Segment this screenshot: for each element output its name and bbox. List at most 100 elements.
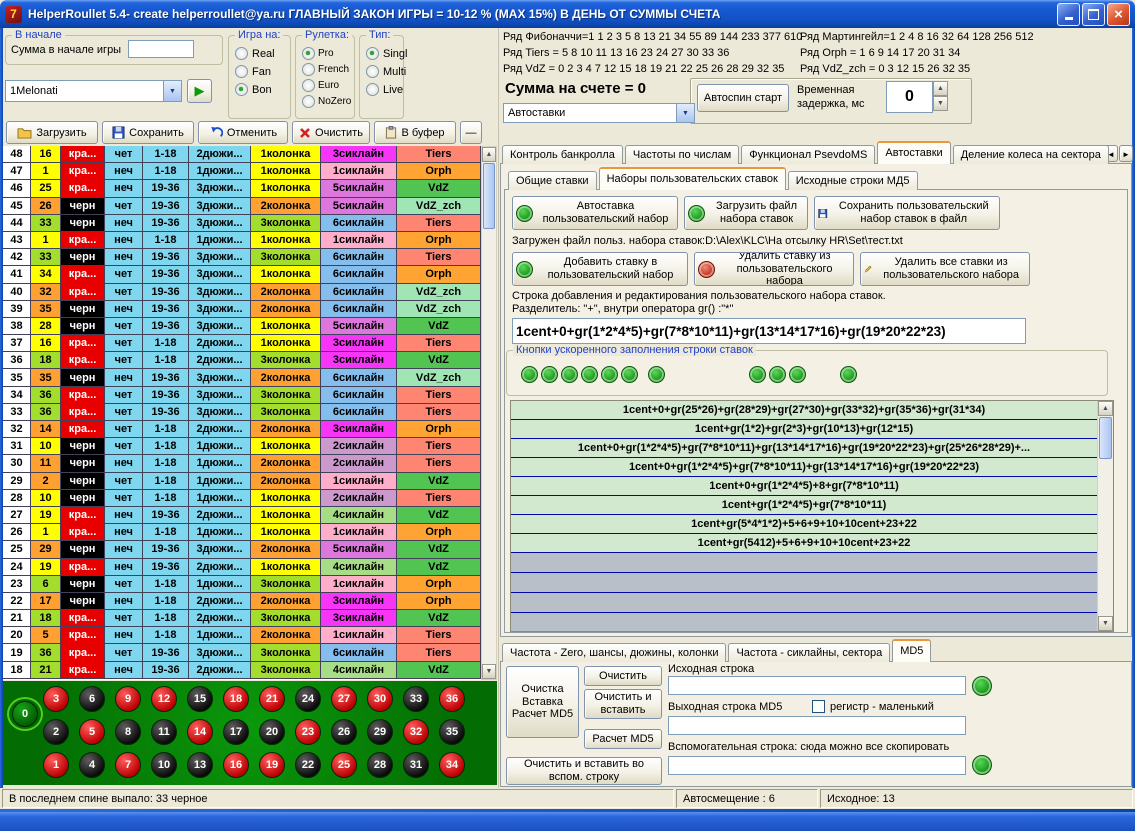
board-number-26[interactable]: 26 — [331, 719, 357, 745]
history-row[interactable]: 2719кра...неч19-362дюжи...1колонка4сикла… — [3, 507, 481, 524]
board-number-33[interactable]: 33 — [403, 686, 429, 712]
board-number-31[interactable]: 31 — [403, 752, 429, 778]
spinner-down-icon[interactable] — [933, 96, 948, 111]
quick-fill-chip[interactable] — [648, 366, 665, 383]
clear-button[interactable]: Очистить — [292, 121, 370, 144]
history-row[interactable]: 261кра...неч1-181дюжи...1колонка1сиклайн… — [3, 524, 481, 541]
scroll-down-icon[interactable] — [482, 664, 496, 679]
board-number-23[interactable]: 23 — [295, 719, 321, 745]
maximize-button[interactable] — [1082, 3, 1105, 26]
radio-option-euro[interactable]: Euro — [302, 79, 351, 92]
history-row[interactable]: 3214кра...чет1-182дюжи...2колонка3сиклай… — [3, 421, 481, 438]
bet-row-1[interactable]: 1cent+0+gr(25*26)+gr(28*29)+gr(27*30)+gr… — [511, 401, 1097, 420]
start-sum-input[interactable] — [128, 40, 194, 58]
radio-option-nozero[interactable]: NoZero — [302, 95, 351, 108]
sub-tab-2[interactable]: Наборы пользовательских ставок — [599, 167, 786, 190]
bottom-tab-3[interactable]: MD5 — [892, 639, 931, 662]
undo-button[interactable]: Отменить — [198, 121, 288, 144]
board-number-22[interactable]: 22 — [295, 752, 321, 778]
delay-value[interactable]: 0 — [886, 81, 933, 113]
history-row[interactable]: 1936кра...чет19-363дюжи...3колонка6сикла… — [3, 644, 481, 661]
board-number-8[interactable]: 8 — [115, 719, 141, 745]
board-number-35[interactable]: 35 — [439, 719, 465, 745]
board-number-29[interactable]: 29 — [367, 719, 393, 745]
main-tab-1[interactable]: Контроль банкролла — [502, 145, 623, 164]
history-row[interactable]: 4134кра...чет19-363дюжи...1колонка6сикла… — [3, 266, 481, 283]
bet-row-6[interactable]: 1cent+gr(1*2*4*5)+gr(7*8*10*11) — [511, 496, 1097, 515]
radio-option-multi[interactable]: Multi — [366, 65, 407, 78]
close-button[interactable] — [1107, 3, 1130, 26]
md5-clear-button[interactable]: Очистить — [584, 666, 662, 686]
tab-scroll-right-button[interactable] — [1119, 145, 1133, 162]
quick-fill-chip[interactable] — [749, 366, 766, 383]
md5-source-input[interactable] — [668, 676, 966, 695]
load-set-file-button[interactable]: Загрузить файл набора ставок — [684, 196, 808, 230]
chevron-down-icon[interactable] — [163, 81, 181, 101]
mode-combobox[interactable]: Автоставки — [503, 103, 695, 123]
scroll-up-icon[interactable] — [482, 147, 496, 162]
quick-fill-chip[interactable] — [541, 366, 558, 383]
autostake-user-set-button[interactable]: Автоставка пользовательский набор — [512, 196, 678, 230]
delete-stake-button[interactable]: Удалить ставку из пользовательского набо… — [694, 252, 854, 286]
board-number-18[interactable]: 18 — [223, 686, 249, 712]
add-stake-button[interactable]: Добавить ставку в пользовательский набор — [512, 252, 688, 286]
history-row[interactable]: 2419кра...неч19-362дюжи...1колонка4сикла… — [3, 559, 481, 576]
board-number-1[interactable]: 1 — [43, 752, 69, 778]
radio-option-pro[interactable]: Pro — [302, 47, 351, 60]
minus-button[interactable]: — — [460, 121, 482, 144]
board-number-13[interactable]: 13 — [187, 752, 213, 778]
bet-row-7[interactable]: 1cent+gr(5*4*1*2)+5+6+9+10+10cent+23+22 — [511, 515, 1097, 534]
main-tab-3[interactable]: Функционал PsevdoMS — [741, 145, 875, 164]
board-number-16[interactable]: 16 — [223, 752, 249, 778]
history-row[interactable]: 4233черннеч19-363дюжи...3колонка6сиклайн… — [3, 249, 481, 266]
board-number-30[interactable]: 30 — [367, 686, 393, 712]
quick-fill-chip[interactable] — [789, 366, 806, 383]
quick-fill-chip[interactable] — [769, 366, 786, 383]
case-checkbox[interactable] — [812, 700, 825, 713]
bet-row-5[interactable]: 1cent+0+gr(1*2*4*5)+8+gr(7*8*10*11) — [511, 477, 1097, 496]
history-row[interactable]: 3935черннеч19-363дюжи...2колонка6сиклайн… — [3, 301, 481, 318]
bet-row-3[interactable]: 1cent+0+gr(1*2*4*5)+gr(7*8*10*11)+gr(13*… — [511, 439, 1097, 458]
board-number-0[interactable]: 0 — [12, 701, 38, 727]
history-row[interactable]: 3618кра...чет1-182дюжи...3колонка3сиклай… — [3, 352, 481, 369]
scroll-thumb[interactable] — [483, 163, 495, 229]
board-number-20[interactable]: 20 — [259, 719, 285, 745]
board-number-15[interactable]: 15 — [187, 686, 213, 712]
history-row[interactable]: 2118кра...чет1-182дюжи...3колонка3сиклай… — [3, 610, 481, 627]
chevron-down-icon[interactable] — [676, 104, 694, 122]
bottom-tab-1[interactable]: Частота - Zero, шансы, дюжины, колонки — [502, 643, 726, 662]
history-row[interactable]: 3336кра...чет19-363дюжи...3колонка6сикла… — [3, 404, 481, 421]
board-number-34[interactable]: 34 — [439, 752, 465, 778]
history-row[interactable]: 1821кра...неч19-362дюжи...3колонка4сикла… — [3, 662, 481, 679]
history-row[interactable]: 3110чернчет1-181дюжи...1колонка2сиклайнT… — [3, 438, 481, 455]
main-tab-4[interactable]: Автоставки — [877, 141, 950, 164]
sub-tab-3[interactable]: Исходные строки МД5 — [788, 171, 918, 190]
main-tab-5[interactable]: Деление колеса на сектора — [953, 145, 1109, 164]
delete-all-stakes-button[interactable]: Удалить все ставки из пользовательского … — [860, 252, 1030, 286]
board-number-21[interactable]: 21 — [259, 686, 285, 712]
board-number-7[interactable]: 7 — [115, 752, 141, 778]
play-button[interactable] — [187, 79, 212, 103]
history-row[interactable]: 3535черннеч19-363дюжи...2колонка6сиклайн… — [3, 369, 481, 386]
save-set-file-button[interactable]: Сохранить пользовательский набор ставок … — [814, 196, 1000, 230]
quick-fill-chip[interactable] — [621, 366, 638, 383]
history-row[interactable]: 3828чернчет19-363дюжи...1колонка5сиклайн… — [3, 318, 481, 335]
board-number-19[interactable]: 19 — [259, 752, 285, 778]
bet-row-2[interactable]: 1cent+gr(1*2)+gr(2*3)+gr(10*13)+gr(12*15… — [511, 420, 1097, 439]
main-tab-2[interactable]: Частоты по числам — [625, 145, 739, 164]
scroll-track[interactable] — [482, 230, 496, 664]
history-row[interactable]: 4032кра...чет19-363дюжи...2колонка6сикла… — [3, 284, 481, 301]
history-row[interactable]: 2810чернчет1-181дюжи...1колонка2сиклайнT… — [3, 490, 481, 507]
save-button[interactable]: Сохранить — [102, 121, 194, 144]
history-row[interactable]: 4625кра...неч19-363дюжи...1колонка5сикла… — [3, 180, 481, 197]
history-row[interactable]: 205кра...неч1-181дюжи...2колонка1сиклайн… — [3, 627, 481, 644]
strategy-combobox[interactable]: 1Melonati — [5, 80, 182, 102]
history-scrollbar[interactable] — [481, 146, 497, 680]
history-row[interactable]: 292чернчет1-181дюжи...2колонка1сиклайнVd… — [3, 473, 481, 490]
board-number-27[interactable]: 27 — [331, 686, 357, 712]
minimize-button[interactable] — [1057, 3, 1080, 26]
bottom-tab-2[interactable]: Частота - сиклайны, сектора — [728, 643, 890, 662]
history-row[interactable]: 4816кра...чет1-182дюжи...1колонка3сиклай… — [3, 146, 481, 163]
board-number-36[interactable]: 36 — [439, 686, 465, 712]
md5-clear-and-paste-button[interactable]: Очистить и вставить — [584, 689, 662, 719]
